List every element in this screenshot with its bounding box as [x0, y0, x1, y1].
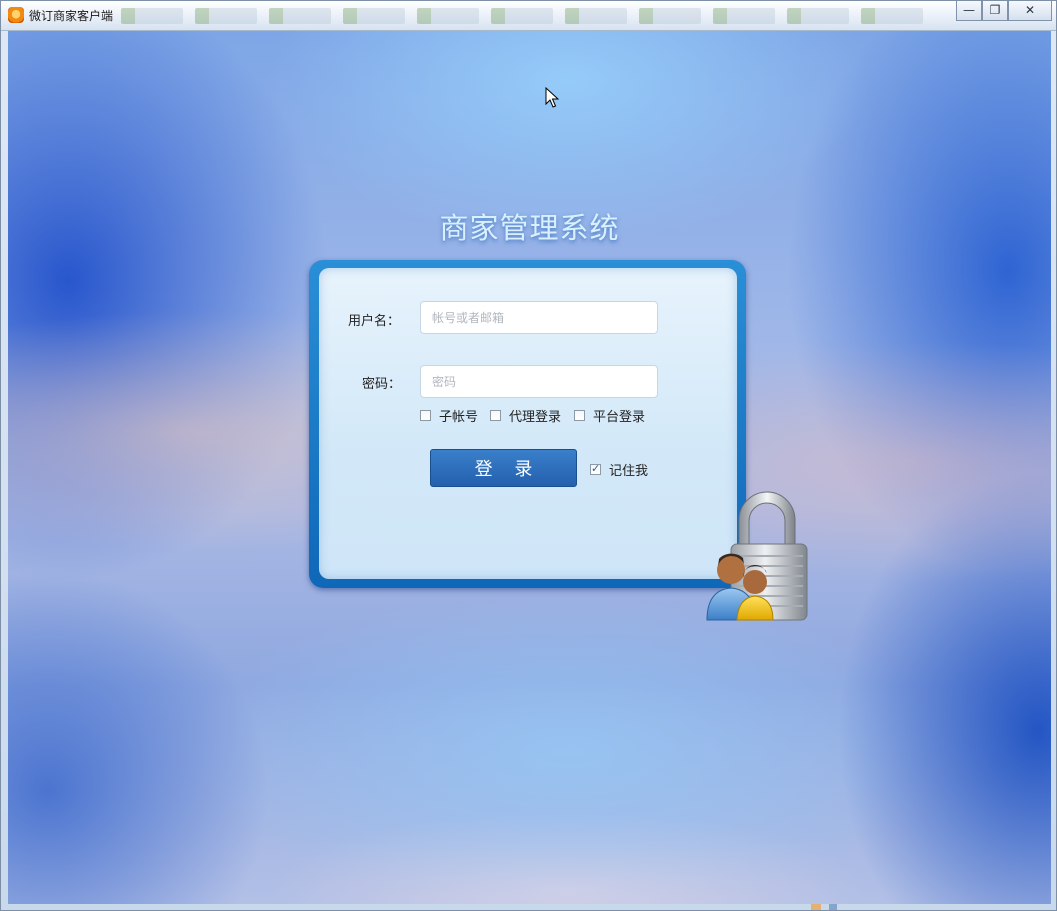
bottom-ghost-strip — [811, 904, 861, 910]
remember-me-checkbox[interactable] — [590, 462, 601, 475]
window-controls: — ❐ ✕ — [956, 1, 1052, 21]
agent-login-checkbox[interactable] — [490, 410, 501, 421]
password-label: 密码： — [362, 377, 402, 392]
mouse-cursor-icon — [545, 87, 559, 108]
title-bar[interactable]: 微订商家客户端 — ❐ ✕ — [1, 1, 1056, 31]
app-window: 微订商家客户端 — ❐ ✕ 商家管理系统 用户名： 密码： — [0, 0, 1057, 911]
close-icon: ✕ — [1024, 3, 1036, 17]
sub-account-label: 子帐号 — [439, 410, 479, 425]
restore-button[interactable]: ❐ — [982, 1, 1008, 21]
platform-login-option[interactable]: 平台登录 — [574, 406, 645, 425]
sub-account-option[interactable]: 子帐号 — [420, 406, 478, 425]
username-input[interactable] — [420, 301, 658, 334]
system-title: 商家管理系统 — [439, 211, 620, 245]
restore-icon: ❐ — [989, 3, 1001, 17]
taskbar-ghost-strip — [121, 5, 941, 27]
password-input[interactable] — [420, 365, 658, 398]
agent-login-option[interactable]: 代理登录 — [490, 406, 561, 425]
padlock-users-icon — [706, 491, 808, 621]
platform-login-label: 平台登录 — [593, 410, 646, 425]
window-title: 微订商家客户端 — [29, 9, 114, 23]
sub-account-checkbox[interactable] — [420, 410, 431, 421]
username-label: 用户名： — [348, 314, 401, 329]
minimize-icon: — — [963, 3, 975, 17]
app-logo-icon — [8, 7, 24, 23]
login-button[interactable]: 登 录 — [430, 449, 577, 487]
close-button[interactable]: ✕ — [1008, 1, 1052, 21]
agent-login-label: 代理登录 — [509, 410, 562, 425]
remember-me-label: 记住我 — [609, 464, 649, 479]
remember-me-option[interactable]: 记住我 — [590, 460, 648, 479]
client-area: 商家管理系统 用户名： 密码： 子帐号 代理登录 平台登录 登 录 记住我 — [8, 31, 1051, 904]
platform-login-checkbox[interactable] — [574, 410, 585, 421]
minimize-button[interactable]: — — [956, 1, 982, 21]
